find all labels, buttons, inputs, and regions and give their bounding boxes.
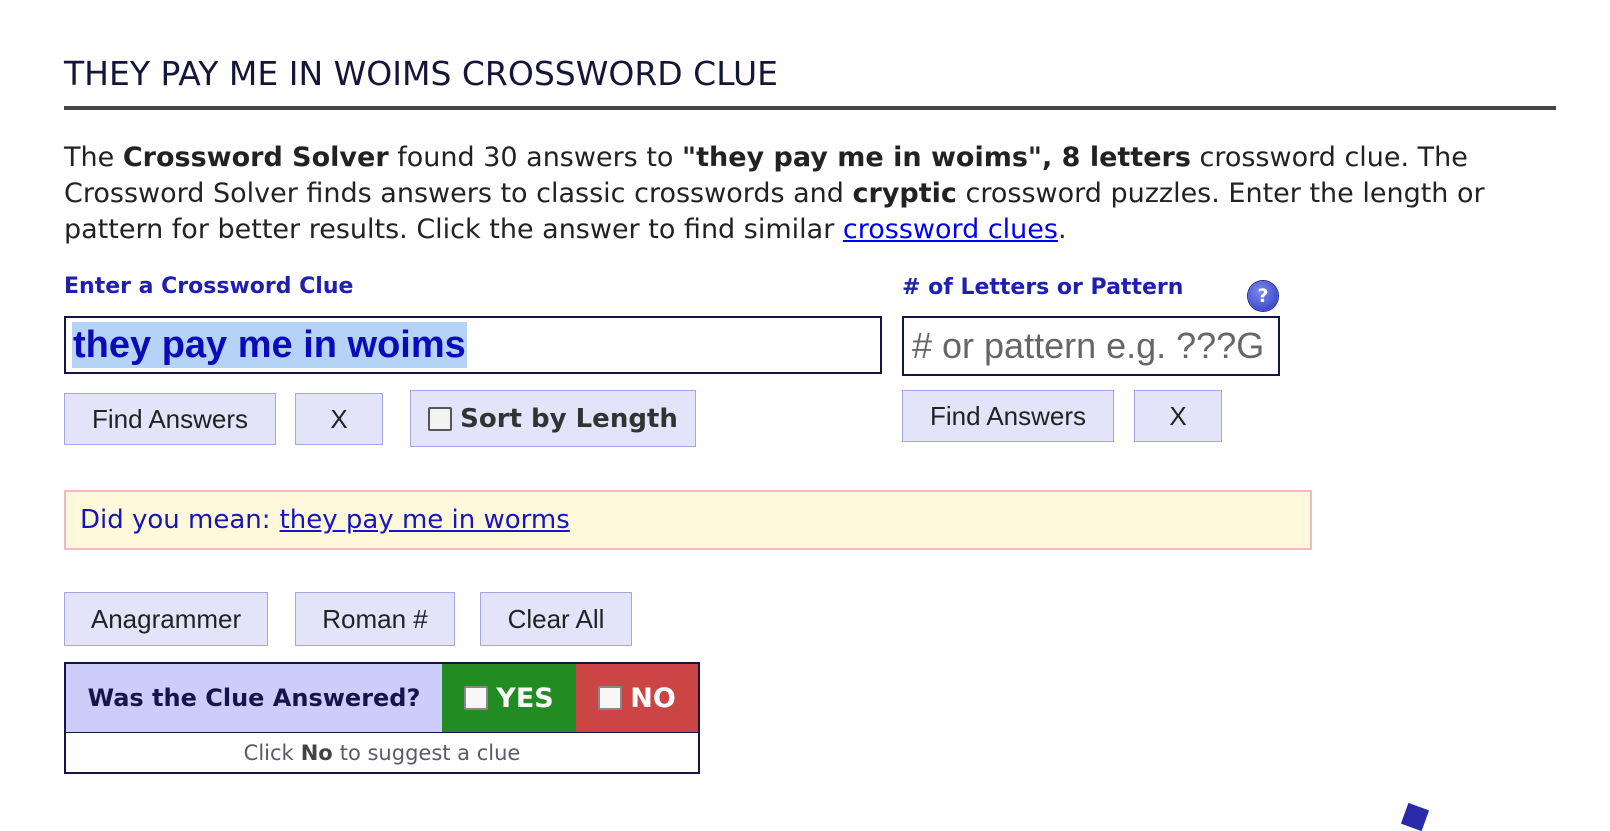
no-checkbox[interactable] <box>598 686 623 710</box>
intro-paragraph: The Crossword Solver found 30 answers to… <box>64 140 1564 248</box>
did-you-mean-box: Did you mean: they pay me in worms <box>64 490 1312 550</box>
sort-by-length-toggle[interactable]: Sort by Length <box>410 390 696 447</box>
crossword-clues-link[interactable]: crossword clues <box>843 214 1058 245</box>
hint-text: to suggest a clue <box>339 741 521 765</box>
title-divider <box>64 106 1556 110</box>
hint-bold: No <box>300 741 333 765</box>
no-button[interactable]: NO <box>576 664 698 732</box>
feedback-question: Was the Clue Answered? <box>66 664 442 732</box>
feedback-hint: Click No to suggest a clue <box>66 733 698 773</box>
intro-cryptic: cryptic <box>852 178 957 209</box>
no-label: NO <box>630 682 676 714</box>
clue-input[interactable]: they pay me in woims <box>64 316 882 374</box>
yes-checkbox[interactable] <box>464 686 489 710</box>
feedback-box: Was the Clue Answered? YES NO Click No t… <box>64 662 700 774</box>
did-you-mean-label: Did you mean: <box>80 505 271 535</box>
page-title: THEY PAY ME IN WOIMS CROSSWORD CLUE <box>64 54 778 93</box>
roman-numeral-button[interactable]: Roman # <box>295 592 455 646</box>
yes-button[interactable]: YES <box>442 664 576 732</box>
intro-clue-quote: "they pay me in woims", 8 letters <box>682 142 1191 173</box>
clear-clue-button[interactable]: X <box>295 393 383 445</box>
hint-text: Click <box>243 741 294 765</box>
intro-text: The <box>64 142 123 173</box>
sort-checkbox[interactable] <box>428 406 453 431</box>
clue-label: Enter a Crossword Clue <box>64 274 354 299</box>
clue-input-value: they pay me in woims <box>72 322 467 368</box>
intro-text: . <box>1057 214 1067 245</box>
anagrammer-button[interactable]: Anagrammer <box>64 592 268 646</box>
bookmark-icon <box>1400 802 1430 831</box>
clear-all-button[interactable]: Clear All <box>480 592 632 646</box>
intro-text: found 30 answers to <box>388 142 683 173</box>
suggestion-link[interactable]: they pay me in worms <box>280 505 570 535</box>
find-answers-pattern-button[interactable]: Find Answers <box>902 390 1114 442</box>
intro-solver-name: Crossword Solver <box>122 142 389 173</box>
clear-pattern-button[interactable]: X <box>1134 390 1222 442</box>
yes-label: YES <box>496 682 554 714</box>
help-icon[interactable]: ? <box>1248 281 1278 311</box>
sort-label: Sort by Length <box>460 403 678 434</box>
find-answers-button[interactable]: Find Answers <box>64 393 276 445</box>
pattern-label: # of Letters or Pattern <box>902 275 1184 300</box>
pattern-input[interactable]: # or pattern e.g. ???G <box>902 316 1280 376</box>
